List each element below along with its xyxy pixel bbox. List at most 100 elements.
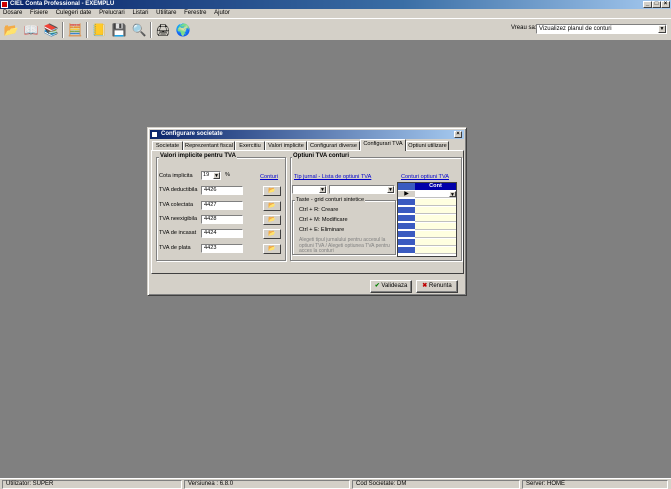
taste-eliminare: Ctrl + E: Eliminare	[299, 227, 345, 233]
tab-societate[interactable]: Societate	[152, 141, 183, 150]
open-folder-icon[interactable]: 📂	[2, 21, 20, 39]
grid-current-row-indicator: ▶	[398, 191, 415, 198]
minimize-button[interactable]: _	[643, 1, 652, 8]
chevron-down-icon[interactable]: ▼	[449, 191, 456, 198]
grid-row[interactable]	[415, 215, 456, 222]
tab-configurari-diverse[interactable]: Configurari diverse	[307, 141, 360, 150]
app-icon	[1, 1, 8, 8]
menu-listari[interactable]: Listari	[132, 10, 148, 16]
checkmark-icon: ✔	[374, 283, 380, 289]
tab-valori-implicite[interactable]: Valori implicite	[265, 141, 307, 150]
search-icon[interactable]: 🔍	[130, 21, 148, 39]
tva-de-incasat-label: TVA de incasat	[159, 230, 197, 236]
title-bar: CIEL Conta Professional - EXEMPLU _ □ ×	[0, 0, 671, 9]
ledger-icon[interactable]: 📒	[90, 21, 108, 39]
calculator-icon[interactable]: 🧮	[66, 21, 84, 39]
toolbar-separator	[150, 22, 152, 38]
grid-row[interactable]	[415, 239, 456, 246]
tva-neexigibila-field[interactable]: 4428	[201, 215, 243, 224]
conturi-link[interactable]: Conturi	[260, 174, 278, 180]
tip-jurnal-link[interactable]: Tip jurnal - Lista de optiuni TVA	[294, 174, 371, 180]
vreau-select[interactable]: Vizualizez planul de conturi ▼	[536, 24, 667, 34]
grid-row[interactable]: ▼	[415, 191, 456, 198]
conturi-optiuni-tva-link[interactable]: Conturi optiuni TVA	[401, 174, 449, 180]
menu-culegeri-date[interactable]: Culegeri date	[56, 10, 92, 16]
cota-label: Cota implicita	[159, 173, 193, 179]
cross-icon: ✖	[422, 283, 428, 289]
book-icon[interactable]: 📖	[22, 21, 40, 39]
grid-header-cont: Cont	[415, 183, 456, 190]
diskette-icon[interactable]: 💾	[110, 21, 128, 39]
menu-dosare[interactable]: Dosare	[3, 10, 22, 16]
menu-utilitare[interactable]: Utilitare	[156, 10, 176, 16]
vreau-label: Vreau sa:	[511, 25, 537, 31]
valideaza-button[interactable]: ✔ Valideaza	[370, 280, 412, 293]
dialog-close-button[interactable]: ×	[454, 131, 462, 138]
tva-neexigibila-label: TVA neexigibila	[159, 216, 198, 222]
tab-optiuni-utilizare[interactable]: Optiuni utilizare	[406, 141, 449, 150]
tva-de-incasat-folder-icon[interactable]: 📂	[263, 229, 281, 239]
tva-de-plata-field[interactable]: 4423	[201, 244, 243, 253]
renunta-label: Renunta	[429, 283, 452, 289]
grid-row-header	[398, 239, 415, 246]
menu-ajutor[interactable]: Ajutor	[214, 10, 230, 16]
tva-colectata-folder-icon[interactable]: 📂	[263, 201, 281, 211]
valori-implicite-title: Valori implicite pentru TVA	[159, 153, 237, 159]
optiune-tva-select[interactable]: ▼	[329, 185, 395, 194]
chevron-down-icon[interactable]: ▼	[319, 186, 326, 193]
status-company: Cod Societate: DM	[352, 480, 520, 489]
grid-row[interactable]	[415, 247, 456, 254]
grid-row-header	[398, 231, 415, 238]
tva-colectata-label: TVA colectata	[159, 202, 194, 208]
grid-row-header	[398, 247, 415, 254]
dialog-icon	[151, 131, 158, 138]
grid-row[interactable]	[415, 207, 456, 214]
status-version: Versiunea : 6.8.0	[184, 480, 350, 489]
maximize-button[interactable]: □	[652, 1, 661, 8]
vreau-select-value: Vizualizez planul de conturi	[539, 26, 612, 32]
globe-icon[interactable]: 🌍	[174, 21, 192, 39]
chevron-down-icon[interactable]: ▼	[213, 172, 220, 179]
toolbar: 📂 📖 📚 🧮 📒 💾 🔍 🖨 🌍 Vreau sa: Vizualizez p…	[0, 18, 671, 41]
tab-reprezentant-fiscal[interactable]: Reprezentant fiscal	[183, 141, 235, 150]
status-server: Server: HOME	[522, 480, 668, 489]
toolbar-separator	[86, 22, 88, 38]
tva-deductibila-field[interactable]: 4426	[201, 186, 243, 195]
status-user: Utilizator: SUPER	[2, 480, 182, 489]
grid-row-header	[398, 199, 415, 206]
printer-icon[interactable]: 🖨	[154, 21, 172, 39]
window-title: CIEL Conta Professional - EXEMPLU	[10, 1, 115, 7]
valideaza-label: Valideaza	[381, 283, 408, 289]
tva-deductibila-label: TVA deductibila	[159, 187, 198, 193]
grid-row[interactable]	[415, 231, 456, 238]
grid-row[interactable]	[415, 199, 456, 206]
taste-creare: Ctrl + R: Creare	[299, 207, 339, 213]
cota-value: 19	[203, 172, 210, 178]
menu-ferestre[interactable]: Ferestre	[184, 10, 206, 16]
cota-select[interactable]: 19 ▼	[201, 171, 221, 180]
tva-de-plata-label: TVA de plata	[159, 245, 191, 251]
chevron-down-icon[interactable]: ▼	[387, 186, 394, 193]
optiuni-tva-conturi-title: Optiuni TVA conturi	[292, 153, 350, 159]
dialog-title-bar: Configurare societate ×	[150, 130, 464, 139]
tva-de-incasat-field[interactable]: 4424	[201, 229, 243, 238]
renunta-button[interactable]: ✖ Renunta	[416, 280, 458, 293]
tab-configurari-tva[interactable]: Configurari TVA	[360, 139, 406, 151]
menu-fisiere[interactable]: Fisiere	[30, 10, 48, 16]
tva-deductibila-folder-icon[interactable]: 📂	[263, 186, 281, 196]
close-button[interactable]: ×	[661, 1, 670, 8]
menu-bar: Dosare Fisiere Culegeri date Prelucrari …	[0, 9, 671, 18]
tip-jurnal-select[interactable]: ▼	[292, 185, 327, 194]
conturi-grid[interactable]: Cont ▶ ▼	[397, 182, 457, 257]
tva-neexigibila-folder-icon[interactable]: 📂	[263, 215, 281, 225]
grid-row-header	[398, 207, 415, 214]
stack-icon[interactable]: 📚	[42, 21, 60, 39]
grid-row[interactable]	[415, 223, 456, 230]
grid-row-header	[398, 223, 415, 230]
percent-label: %	[225, 172, 230, 178]
tva-colectata-field[interactable]: 4427	[201, 201, 243, 210]
chevron-down-icon[interactable]: ▼	[658, 25, 666, 33]
menu-prelucrari[interactable]: Prelucrari	[99, 10, 125, 16]
tva-de-plata-folder-icon[interactable]: 📂	[263, 244, 281, 254]
tab-exercitiu[interactable]: Exercitiu	[235, 141, 265, 150]
